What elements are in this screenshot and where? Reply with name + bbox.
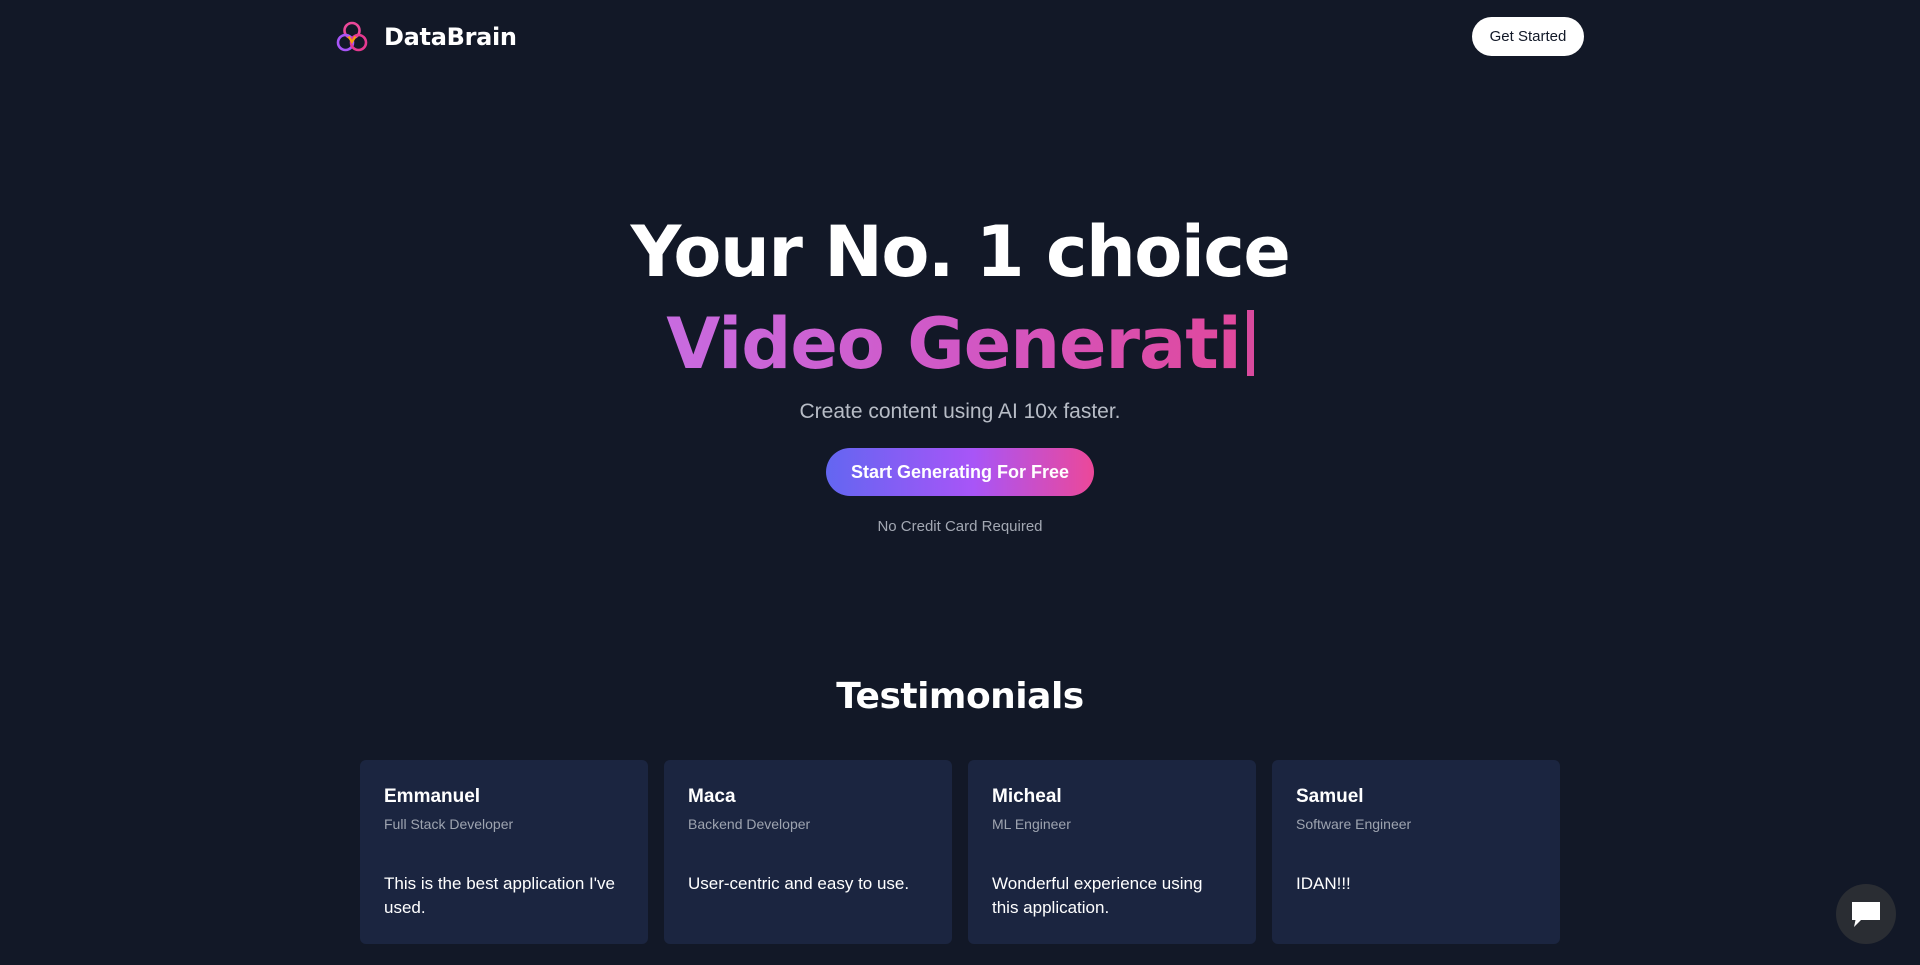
brand-home-link[interactable]: DataBrain xyxy=(334,18,517,56)
testimonial-quote: IDAN!!! xyxy=(1296,874,1351,893)
triple-ring-logo-icon xyxy=(336,21,368,52)
get-started-button[interactable]: Get Started xyxy=(1472,17,1584,56)
testimonial-name: Maca xyxy=(688,786,736,807)
typing-caret xyxy=(1246,310,1254,376)
testimonials-heading: Testimonials xyxy=(836,676,1084,717)
testimonial-card: Samuel Software Engineer IDAN!!! xyxy=(1272,760,1560,944)
testimonial-role: Backend Developer xyxy=(688,816,811,832)
testimonial-card: Emmanuel Full Stack Developer This is th… xyxy=(360,760,648,944)
start-generating-button[interactable]: Start Generating For Free xyxy=(826,448,1094,496)
testimonial-quote: Wonderful experience using this applicat… xyxy=(992,874,1203,917)
testimonial-name: Samuel xyxy=(1296,786,1364,807)
no-credit-card-note: No Credit Card Required xyxy=(877,518,1043,535)
testimonial-card: Maca Backend Developer User-centric and … xyxy=(664,760,952,944)
brand-name: DataBrain xyxy=(384,23,517,51)
hero-typed-line: Video Generati xyxy=(0,300,1920,388)
chat-widget-button[interactable] xyxy=(1836,884,1896,944)
hero-subtitle: Create content using AI 10x faster. xyxy=(799,400,1121,423)
chat-bubble-icon xyxy=(1852,902,1880,927)
testimonial-role: ML Engineer xyxy=(992,816,1071,832)
testimonial-role: Full Stack Developer xyxy=(384,816,514,832)
typed-text: Video Generati xyxy=(666,303,1241,385)
hero-title: Your No. 1 choice xyxy=(630,211,1291,293)
top-navbar: DataBrain Get Started xyxy=(0,0,1920,74)
testimonial-cards: Emmanuel Full Stack Developer This is th… xyxy=(360,760,1560,944)
testimonial-card: Micheal ML Engineer Wonderful experience… xyxy=(968,760,1256,944)
testimonial-quote: User-centric and easy to use. xyxy=(688,874,910,893)
testimonial-name: Micheal xyxy=(992,786,1062,807)
testimonial-name: Emmanuel xyxy=(384,786,481,807)
testimonial-role: Software Engineer xyxy=(1296,816,1412,832)
testimonial-quote: This is the best application I've used. xyxy=(384,874,615,917)
